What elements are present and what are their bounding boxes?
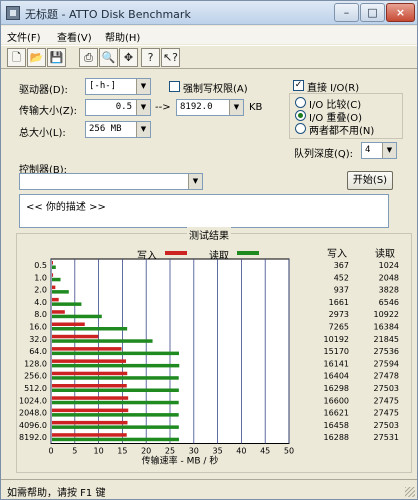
read-value: 21845 — [374, 335, 399, 344]
read-value: 1024 — [379, 261, 399, 270]
write-value: 15170 — [324, 347, 349, 356]
read-bar — [52, 425, 179, 429]
read-value: 27478 — [374, 372, 399, 381]
read-bar — [52, 437, 179, 442]
read-bar — [52, 351, 179, 356]
y-tick-label: 1.0 — [34, 273, 47, 282]
x-tick-label: 30 — [189, 447, 199, 456]
read-value: 27503 — [374, 384, 399, 393]
write-value: 16141 — [324, 359, 349, 368]
status-text: 如需帮助，请按 F1 键 — [7, 488, 106, 499]
write-bar — [52, 297, 59, 302]
read-value: 3828 — [379, 286, 399, 295]
read-bar — [52, 400, 179, 405]
write-value: 7265 — [329, 323, 349, 332]
read-bar — [52, 327, 128, 331]
write-bar — [52, 261, 53, 265]
read-value: 10922 — [374, 310, 399, 319]
x-tick-label: 45 — [260, 447, 270, 456]
write-value: 16458 — [324, 421, 349, 430]
read-bar — [52, 413, 179, 417]
read-value: 27475 — [374, 409, 399, 418]
y-tick-label: 128.0 — [24, 359, 47, 368]
write-bar — [52, 334, 99, 339]
x-tick-label: 20 — [141, 447, 151, 456]
write-bar — [52, 408, 129, 413]
x-tick-label: 25 — [165, 447, 175, 456]
write-value: 16621 — [324, 409, 349, 418]
read-value: 16384 — [374, 323, 399, 332]
read-value: 27594 — [374, 359, 399, 368]
y-tick-label: 2.0 — [34, 286, 47, 295]
benchmark-chart: 0 5 10 15 20 25 30 35 40 45 50 传输速率 - MB / 秒 0.5 367 1… — [19, 258, 399, 467]
write-value: 16288 — [324, 433, 349, 442]
y-tick-label: 16.0 — [29, 323, 47, 332]
read-bar — [52, 314, 102, 319]
x-axis-label: 传输速率 - MB / 秒 — [142, 455, 219, 467]
write-bar — [52, 359, 127, 363]
read-bar — [52, 277, 61, 282]
x-tick-label: 15 — [117, 447, 127, 456]
read-bar — [52, 290, 69, 294]
write-bar — [52, 371, 128, 376]
y-tick-label: 1024.0 — [19, 396, 47, 405]
read-value: 27531 — [374, 433, 399, 442]
read-value: 2048 — [379, 273, 399, 282]
resize-grip-icon[interactable] — [405, 487, 415, 497]
write-bar — [52, 347, 122, 351]
write-bar — [52, 322, 85, 326]
write-value: 16404 — [324, 372, 349, 381]
write-value: 452 — [334, 273, 349, 282]
write-bar — [52, 310, 65, 314]
read-bar — [52, 339, 153, 343]
y-tick-label: 512.0 — [24, 384, 47, 393]
write-value: 937 — [334, 286, 349, 295]
x-tick-label: 40 — [236, 447, 246, 456]
y-tick-label: 8.0 — [34, 310, 47, 319]
x-tick-label: 0 — [48, 447, 53, 456]
read-value: 27475 — [374, 396, 399, 405]
write-bar — [52, 433, 127, 437]
read-bar — [52, 302, 82, 306]
y-tick-label: 4.0 — [34, 298, 47, 307]
read-value: 6546 — [379, 298, 399, 307]
read-value: 27536 — [374, 347, 399, 356]
y-tick-label: 8192.0 — [19, 433, 47, 442]
atto-benchmark-window: 无标题 - ATTO Disk Benchmark – □ × 文件(F) 查看… — [0, 0, 418, 500]
read-bar — [52, 363, 180, 368]
x-tick-label: 10 — [94, 447, 104, 456]
x-tick-label: 5 — [72, 447, 77, 456]
write-bar — [52, 420, 128, 425]
status-bar: 如需帮助，请按 F1 键 — [1, 479, 417, 499]
write-value: 367 — [334, 261, 349, 270]
y-tick-label: 64.0 — [29, 347, 47, 356]
y-tick-label: 0.5 — [34, 261, 47, 270]
y-tick-label: 4096.0 — [19, 421, 47, 430]
write-value: 10192 — [324, 335, 349, 344]
read-bar — [52, 376, 179, 380]
write-bar — [52, 285, 56, 290]
y-tick-label: 256.0 — [24, 372, 47, 381]
write-bar — [52, 384, 127, 388]
write-value: 2973 — [329, 310, 349, 319]
y-tick-label: 32.0 — [29, 335, 47, 344]
write-bar — [52, 273, 54, 277]
read-value: 27503 — [374, 421, 399, 430]
write-value: 16600 — [324, 396, 349, 405]
x-tick-label: 50 — [284, 447, 294, 456]
write-value: 1661 — [329, 298, 349, 307]
write-value: 16298 — [324, 384, 349, 393]
y-tick-label: 2048.0 — [19, 409, 47, 418]
read-bar — [52, 265, 56, 269]
x-tick-label: 35 — [213, 447, 223, 456]
write-bar — [52, 396, 129, 400]
read-bar — [52, 388, 179, 392]
